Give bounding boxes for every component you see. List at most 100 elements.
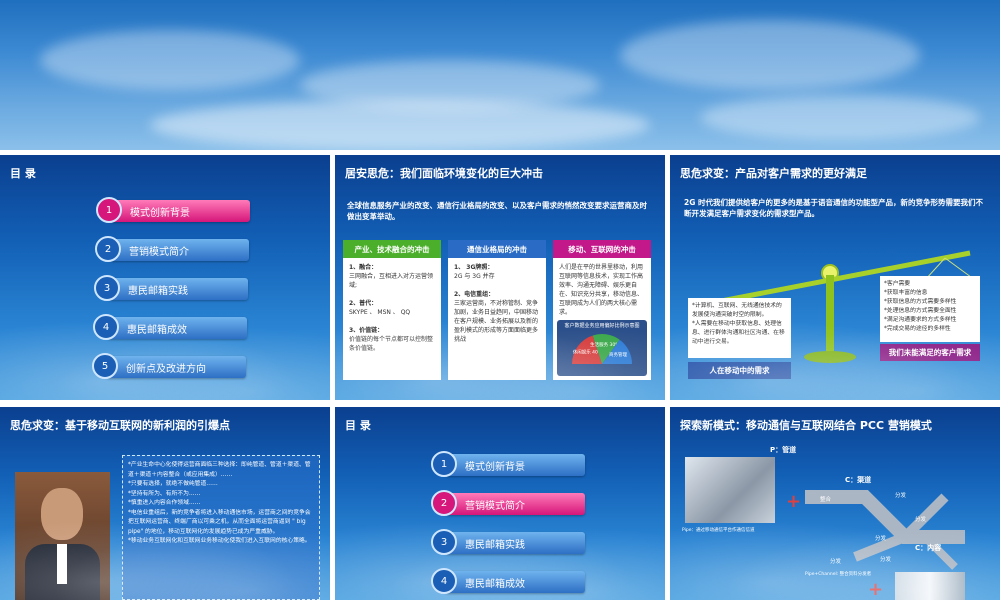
bullet-line: *完成交易的途径的多样性 (884, 326, 951, 332)
toc-label: 惠民邮箱实践 (128, 285, 188, 297)
bullet-line: *只要有选择，就绝不做纯管道…… (128, 481, 218, 487)
right-tag: 我们未能满足的客户需求 (880, 344, 980, 361)
bullet-line: *处理信息的方式需要全面性 (884, 308, 957, 314)
left-tag: 人在移动中的需求 (688, 362, 791, 379)
toc-number: 1 (431, 451, 457, 477)
speaker-photo (15, 472, 110, 600)
bullet-line: *客户需要 (884, 281, 911, 287)
column-line (349, 290, 435, 299)
bullet-line: *慎重进入内容合作领域…… (128, 500, 201, 506)
column-line: 2、普代： (349, 300, 378, 307)
toc-item[interactable]: 2 营销模式简介 (431, 490, 585, 516)
channel-caption: Pipe+Channel: 整合资料分发者 (805, 572, 872, 577)
toc-item[interactable]: 2 营销模式简介 (95, 236, 249, 262)
column-line: 1、 3G牌照： (454, 264, 494, 271)
toc-number: 2 (95, 236, 121, 262)
node-label: 分发 (830, 559, 842, 565)
bullet-line: *获取丰富的信息 (884, 290, 928, 296)
channel-diagram (805, 490, 965, 570)
plus-sign-2: + (868, 579, 884, 600)
slide-profit-point[interactable]: 思危求变：基于移动互联网的新利润的引爆点 *产业生命中心化使得运营商面临三种选择… (0, 407, 330, 600)
toc-item[interactable]: 5 创新点及改进方向 (92, 353, 246, 379)
toc-number: 3 (431, 529, 457, 555)
column-body: 人们是在平的世界里移动，利用互联网等信息技术，实现工作高效率、沟通无障碍、娱乐更… (553, 258, 651, 328)
toc-number: 1 (96, 197, 122, 223)
toc-label: 营销模式简介 (465, 500, 525, 512)
column-header: 通信业格局的冲击 (448, 240, 546, 258)
pipe-photo (685, 457, 775, 523)
column-line: 三网融合，互相进入对方运营领域; (349, 273, 434, 289)
slide-title: 思危求变：基于移动互联网的新利润的引爆点 (10, 419, 230, 432)
node-label: 整合 (820, 497, 832, 503)
toc-label: 模式创新背景 (130, 207, 190, 219)
column-header: 产业、技术融合的冲击 (343, 240, 441, 258)
toc-number: 4 (431, 568, 457, 594)
slide-title: 目 录 (345, 419, 371, 432)
column-line: SKYPE 、 MSN 、 QQ (349, 309, 411, 316)
toc-label: 惠民邮箱实践 (465, 539, 525, 551)
column-line: 人们是在平的世界里移动，利用互联网等信息技术，实现工作高效率、沟通无障碍、娱乐更… (559, 264, 644, 316)
toc-item[interactable]: 4 惠民邮箱成效 (93, 314, 247, 340)
node-label: 分发 (875, 536, 887, 542)
toc-label: 惠民邮箱成效 (465, 578, 525, 590)
pie-chart-panel: 客户数据业务应用偏好比例示意图 休闲娱乐 40% 生活服务 30% 商务管理 (557, 320, 647, 376)
bullet-line: *计算机、互联网、无线通信技术的发展使沟通突破时空的限制。 (692, 303, 782, 318)
impact-column-3: 移动、互联网的冲击 人们是在平的世界里移动，利用互联网等信息技术，实现工作高效率… (553, 240, 651, 380)
toc-item[interactable]: 3 惠民邮箱实践 (431, 529, 585, 555)
toc-label: 创新点及改进方向 (126, 363, 206, 375)
column-line: 2G 与 3G 并存 (454, 273, 495, 280)
toc-item[interactable]: 1 模式创新背景 (431, 451, 585, 477)
pie-chart: 休闲娱乐 40%生活服务 30%商务管理 (572, 334, 632, 364)
column-line: 3、价值链： (349, 327, 384, 334)
pie-label: 商务管理 (609, 351, 627, 358)
column-line: 三家运营商，不对称管制、竞争加剧，业务日益趋同，中国移动在客户规模、业务拓展以及… (454, 300, 539, 343)
toc-number: 5 (92, 353, 118, 379)
column-body: 1、 3G牌照： 2G 与 3G 并存 2、电信重组： 三家运营商，不对称管制、竞争… (448, 258, 546, 349)
column-line: 1、融合： (349, 264, 378, 271)
impact-column-2: 通信业格局的冲击 1、 3G牌照： 2G 与 3G 并存 2、电信重组： 三家运营商… (448, 240, 546, 380)
bullet-line: *坚持有所为、有所不为…… (128, 490, 201, 497)
column-body: 1、融合： 三网融合，互相进入对方运营领域; 2、普代： SKYPE 、 MSN 、… (343, 258, 441, 358)
node-label: 分发 (880, 557, 892, 563)
sky-banner (0, 0, 1000, 150)
slide-title: 探索新模式：移动通信与互联网结合 PCC 营销模式 (680, 419, 932, 432)
bullet-line: *产业生命中心化使得运营商面临三种选择：即纯管道、管道＋渠道、管道＋渠道＋内容整… (128, 462, 311, 478)
column-line: 2、电信重组： (454, 291, 495, 298)
slide-toc-2[interactable]: 目 录 1 模式创新背景 2 营销模式简介 3 惠民邮箱实践 4 惠民邮箱成效 (335, 407, 665, 600)
column-header: 移动、互联网的冲击 (553, 240, 651, 258)
toc-number: 3 (94, 275, 120, 301)
slide-customer-needs[interactable]: 思危求变：产品对客户需求的更好满足 2G 时代我们提供给客户的更多的是基于语音通… (670, 155, 1000, 400)
toc-label: 惠民邮箱成效 (127, 324, 187, 336)
column-line: 价值链的每个节点都可以控制整条价值链。 (349, 336, 434, 352)
bullet-line: *满足沟通要求的方式多样性 (884, 317, 957, 323)
toc-number: 4 (93, 314, 119, 340)
toc-label: 模式创新背景 (465, 461, 525, 473)
slide-intro: 全球信息服务产业的改变、通信行业格局的改变、以及客户需求的悄然改变要求运营商及时… (347, 201, 647, 221)
toc-number: 2 (431, 490, 457, 516)
c-content-label: C：内容 (915, 544, 942, 552)
toc-item[interactable]: 4 惠民邮箱成效 (431, 568, 585, 594)
node-label: 分发 (915, 517, 927, 523)
column-line (454, 281, 540, 290)
toc-item[interactable]: 3 惠民邮箱实践 (94, 275, 248, 301)
slide-title: 目 录 (10, 167, 36, 180)
pipe-caption: Pipe：通过移动通信平台作通信信道 (682, 528, 755, 533)
strategy-bullets: *产业生命中心化使得运营商面临三种选择：即纯管道、管道＋渠道、管道＋渠道＋内容整… (122, 455, 320, 600)
bullet-line: *人需要在移动中获取信息、处理信息、进行群体沟通和社区沟通、在移动中进行交易。 (692, 321, 785, 345)
slide-environment[interactable]: 居安思危：我们面临环境变化的巨大冲击 全球信息服务产业的改变、通信行业格局的改变… (335, 155, 665, 400)
right-needs-box: *客户需要 *获取丰富的信息 *获取信息的方式需要多样性 *处理信息的方式需要全面性 *… (880, 276, 980, 342)
slide-title: 居安思危：我们面临环境变化的巨大冲击 (345, 167, 543, 180)
toc-item[interactable]: 1 模式创新背景 (96, 197, 250, 223)
toc-label: 营销模式简介 (129, 246, 189, 258)
bullet-line: *电信业重组后，新的竞争者将进入移动通信市场，运营商之间的竞争会把互联网运营商、… (128, 509, 311, 535)
bullet-line: *获取信息的方式需要多样性 (884, 299, 957, 305)
slide-pcc-model[interactable]: 探索新模式：移动通信与互联网结合 PCC 营销模式 P：管道 Pipe：通过移动… (670, 407, 1000, 600)
server-photo (895, 572, 965, 600)
slide-toc-1[interactable]: 目 录 1 模式创新背景 2 营销模式简介 3 惠民邮箱实践 4 惠民邮箱成效 5 创新点及改进方… (0, 155, 330, 400)
column-line (349, 317, 435, 326)
impact-column-1: 产业、技术融合的冲击 1、融合： 三网融合，互相进入对方运营领域; 2、普代： SK… (343, 240, 441, 380)
p-pipe-label: P：管道 (770, 446, 797, 454)
node-label: 分发 (895, 493, 907, 499)
bullet-line: *移动业务互联网化和互联网业务移动化使我们进入互联网的核心策略。 (128, 538, 311, 544)
left-needs-box: *计算机、互联网、无线通信技术的发展使沟通突破时空的限制。 *人需要在移动中获取信… (688, 298, 791, 358)
